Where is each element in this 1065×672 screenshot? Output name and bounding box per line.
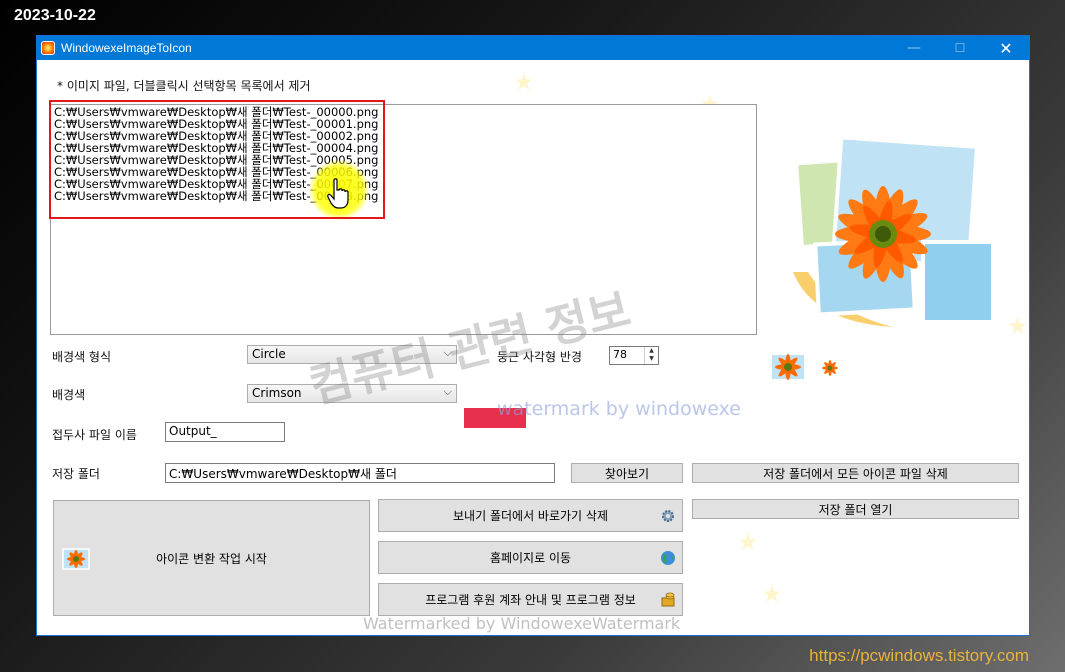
coins-icon — [661, 592, 675, 606]
homepage-button[interactable]: 홈페이지로 이동 — [378, 541, 683, 574]
prefix-label: 접두사 파일 이름 — [52, 428, 137, 442]
browse-button[interactable]: 찾아보기 — [571, 463, 683, 483]
date-stamp: 2023-10-22 — [14, 7, 96, 24]
site-url-stamp: https://pcwindows.tistory.com — [809, 646, 1029, 665]
preview-small-icon — [822, 360, 838, 376]
instruction-text: * 이미지 파일, 더블클릭시 선택항목 목록에서 제거 — [57, 79, 311, 93]
save-folder-input[interactable]: C:₩Users₩vmware₩Desktop₩새 폴더 — [165, 463, 555, 483]
preview-large-icon — [770, 353, 806, 381]
window-title: WindowexeImageToIcon — [61, 41, 192, 55]
bg-shape-value: Circle — [252, 347, 286, 361]
bg-color-label: 배경색 — [52, 388, 86, 402]
bg-color-value: Crimson — [252, 386, 302, 400]
hand-cursor-icon — [327, 178, 349, 209]
spinner-arrows-icon[interactable]: ▲ ▼ — [644, 347, 658, 364]
flower-image-icon — [62, 548, 90, 570]
minimize-button[interactable]: — — [891, 36, 937, 60]
delete-all-icons-button[interactable]: 저장 폴더에서 모든 아이콘 파일 삭제 — [692, 463, 1019, 483]
save-folder-label: 저장 폴더 — [52, 467, 100, 481]
star-decoration-icon: ★ — [737, 528, 759, 556]
star-decoration-icon: ★ — [513, 68, 535, 96]
radius-stepper[interactable]: 78 ▲ ▼ — [609, 346, 659, 365]
star-decoration-icon: ★ — [761, 580, 783, 608]
bg-shape-label: 배경색 형식 — [52, 350, 112, 364]
close-button[interactable]: ✕ — [983, 36, 1029, 60]
delete-shortcut-label: 보내기 폴더에서 바로가기 삭제 — [453, 509, 608, 523]
gear-icon — [662, 509, 674, 522]
start-conversion-label: 아이콘 변환 작업 시작 — [156, 551, 267, 566]
prefix-input[interactable]: Output_ — [165, 422, 285, 442]
homepage-label: 홈페이지로 이동 — [489, 551, 572, 565]
watermark-text: Watermarked by WindowexeWatermark — [363, 614, 681, 633]
star-decoration-icon: ★ — [1007, 312, 1029, 340]
delete-shortcut-button[interactable]: 보내기 폴더에서 바로가기 삭제 — [378, 499, 683, 532]
chevron-down-icon: ⌵ — [443, 385, 452, 398]
app-window: WindowexeImageToIcon — ☐ ✕ ★ ★ ★ ★ ★ ★ ★… — [36, 35, 1030, 636]
open-save-folder-button[interactable]: 저장 폴더 열기 — [692, 499, 1019, 519]
globe-icon — [661, 550, 675, 565]
title-bar[interactable]: WindowexeImageToIcon — ☐ ✕ — [37, 36, 1029, 60]
maximize-button[interactable]: ☐ — [937, 36, 983, 60]
app-flower-icon — [41, 41, 55, 55]
program-info-label: 프로그램 후원 계좌 안내 및 프로그램 정보 — [425, 593, 636, 607]
radius-value: 78 — [613, 348, 627, 361]
watermark-text: watermark by windowexe — [497, 398, 741, 420]
program-info-button[interactable]: 프로그램 후원 계좌 안내 및 프로그램 정보 — [378, 583, 683, 616]
start-conversion-button[interactable]: 아이콘 변환 작업 시작 — [53, 500, 370, 616]
client-area: ★ ★ ★ ★ ★ ★ ★ * 이미지 파일, 더블클릭시 선택항목 목록에서 … — [37, 60, 1029, 635]
app-logo-flower-image — [793, 135, 995, 327]
